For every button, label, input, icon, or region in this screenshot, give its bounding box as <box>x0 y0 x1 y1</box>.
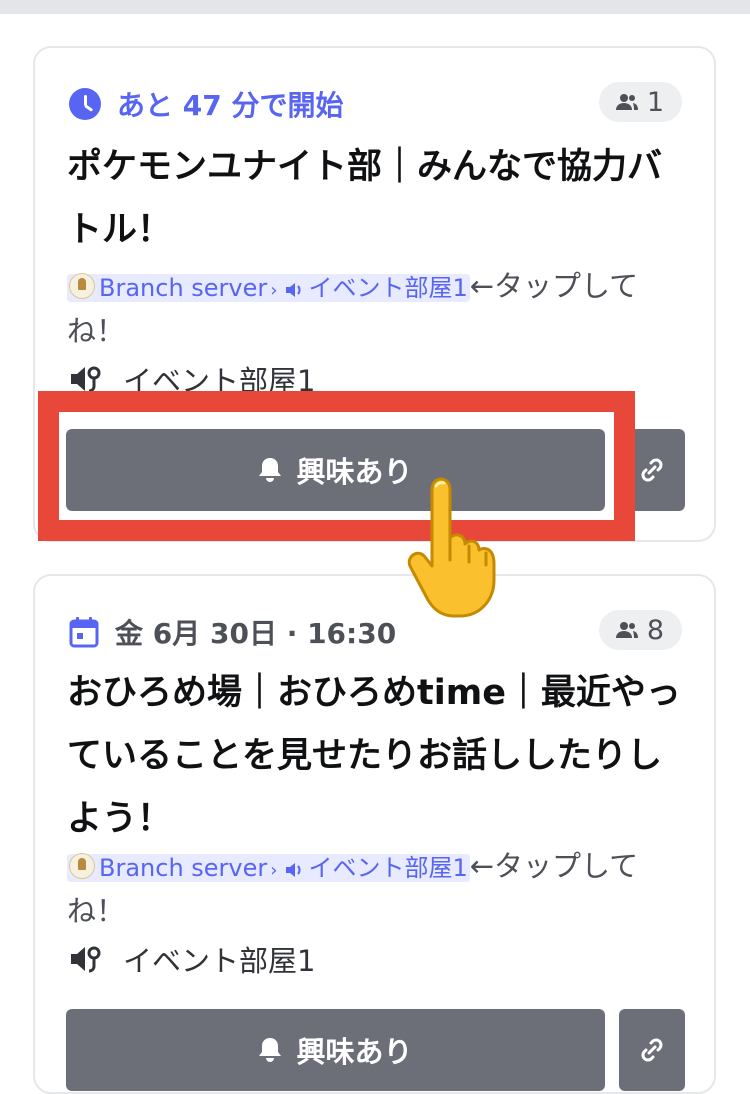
mention-separator: › <box>270 280 278 301</box>
event-time: 金 6月 30日 · 16:30 <box>115 617 397 650</box>
interested-button-label: 興味あり <box>296 1035 413 1069</box>
server-icon <box>69 853 95 879</box>
server-icon <box>69 273 95 299</box>
speaker-icon <box>286 863 301 877</box>
mention-server-name: Branch server <box>99 274 268 302</box>
event-description: Branch server › イベント部屋1←タップしてね！ <box>67 266 687 351</box>
event-location: イベント部屋1 <box>69 358 315 400</box>
location-name: イベント部屋1 <box>123 364 316 398</box>
interested-button-label: 興味あり <box>296 455 413 489</box>
location-name: イベント部屋1 <box>123 944 316 978</box>
interested-count-badge[interactable]: 1 <box>598 82 682 122</box>
top-bar <box>0 0 750 14</box>
mention-channel-name: イベント部屋1 <box>308 274 468 302</box>
bell-icon <box>259 458 282 482</box>
interested-button[interactable]: 興味あり <box>66 1009 605 1091</box>
interested-count: 8 <box>646 614 664 646</box>
calendar-icon <box>69 617 99 648</box>
speaker-icon <box>286 283 301 297</box>
bell-icon <box>259 1038 282 1062</box>
link-icon <box>641 1038 663 1062</box>
event-card[interactable]: 金 6月 30日 · 16:30 8 おひろめ場｜おひろめtime｜最近やってい… <box>33 574 716 1094</box>
event-time: あと 47 分で開始 <box>117 89 344 122</box>
event-description: Branch server › イベント部屋1←タップしてね！ <box>67 846 687 931</box>
copy-link-button[interactable] <box>619 1009 685 1091</box>
mention-channel-name: イベント部屋1 <box>308 854 468 882</box>
event-title[interactable]: ポケモンユナイト部｜みんなで協力バトル！ <box>67 136 687 262</box>
copy-link-button[interactable] <box>619 429 685 511</box>
channel-mention[interactable]: Branch server › イベント部屋1 <box>67 273 470 302</box>
event-time-row: あと 47 分で開始 <box>69 84 343 124</box>
link-icon <box>641 458 663 482</box>
mention-server-name: Branch server <box>99 854 268 882</box>
channel-mention[interactable]: Branch server › イベント部屋1 <box>67 853 470 882</box>
event-card[interactable]: あと 47 分で開始 1 ポケモンユナイト部｜みんなで協力バトル！ Branch… <box>33 46 716 542</box>
stage-channel-icon <box>71 946 101 973</box>
clock-icon <box>69 88 101 120</box>
event-title[interactable]: おひろめ場｜おひろめtime｜最近やっていることを見せたりお話ししたりしよう！ <box>67 662 687 851</box>
event-location: イベント部屋1 <box>69 938 315 980</box>
event-time-row: 金 6月 30日 · 16:30 <box>69 612 396 652</box>
interested-count: 1 <box>646 86 664 118</box>
people-icon <box>615 622 638 638</box>
interested-button[interactable]: 興味あり <box>66 429 605 511</box>
mention-separator: › <box>270 860 278 881</box>
people-icon <box>615 94 638 110</box>
interested-count-badge[interactable]: 8 <box>598 610 682 650</box>
stage-channel-icon <box>71 366 101 393</box>
